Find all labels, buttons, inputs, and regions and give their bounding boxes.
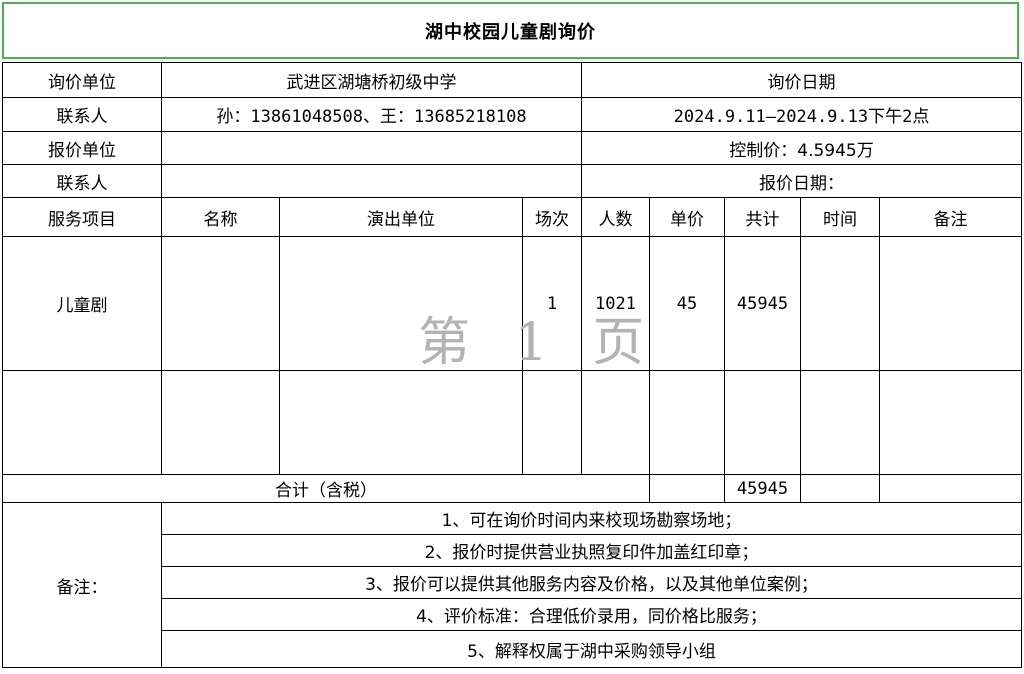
total-time-cell[interactable] <box>800 474 880 503</box>
inquiry-table: 询价单位 武进区湖塘桥初级中学 询价日期 联系人 孙：13861048508、王… <box>2 62 1023 668</box>
table-row <box>2 370 1023 475</box>
unit-price-cell[interactable]: 45 <box>649 236 725 371</box>
column-header: 演出单位 <box>279 197 523 237</box>
remark-cell[interactable] <box>878 370 1023 475</box>
note-item: 2、报价时提供营业执照复印件加盖红印章； <box>160 534 1023 567</box>
remark-cell[interactable] <box>878 236 1023 371</box>
total-cell[interactable]: 45945 <box>724 236 801 371</box>
performer-cell[interactable] <box>279 370 523 475</box>
quote-unit-value[interactable] <box>161 131 582 165</box>
column-header: 服务项目 <box>2 197 162 237</box>
grand-total-cell[interactable]: 45945 <box>724 474 801 503</box>
table-row: 联系人 孙：13861048508、王：13685218108 2024.9.1… <box>2 97 1023 132</box>
service-cell[interactable] <box>2 370 162 475</box>
control-price[interactable]: 控制价：4.5945万 <box>580 131 1023 165</box>
inquiry-date-label: 询价日期 <box>580 62 1023 98</box>
note-item: 4、评价标准：合理低价录用，同价格比服务； <box>160 598 1023 631</box>
quote-unit-label: 报价单位 <box>2 131 162 165</box>
table-row: 报价单位 控制价：4.5945万 <box>2 131 1023 165</box>
inquiry-unit-label: 询价单位 <box>2 62 162 98</box>
inquiry-date-value[interactable]: 2024.9.11—2024.9.13下午2点 <box>580 97 1023 132</box>
name-cell[interactable] <box>161 236 280 371</box>
contact-value[interactable]: 孙：13861048508、王：13685218108 <box>161 97 582 132</box>
column-header-row: 服务项目 名称 演出单位 场次 人数 单价 共计 时间 备注 <box>2 197 1023 237</box>
total-cell[interactable] <box>724 370 801 475</box>
total-unit-price-cell[interactable] <box>649 474 725 503</box>
contact2-value[interactable] <box>161 164 582 198</box>
notes-label: 备注： <box>2 502 162 668</box>
people-cell[interactable] <box>581 370 650 475</box>
people-cell[interactable]: 1021 <box>581 236 650 371</box>
column-header: 备注 <box>878 197 1023 237</box>
table-row: 儿童剧 1 1021 45 45945 <box>2 236 1023 371</box>
column-header: 场次 <box>522 197 582 237</box>
quote-date[interactable]: 报价日期： <box>580 164 1023 198</box>
column-header: 共计 <box>724 197 801 237</box>
unit-price-cell[interactable] <box>649 370 725 475</box>
column-header: 人数 <box>581 197 650 237</box>
time-cell[interactable] <box>800 236 880 371</box>
page-title: 湖中校园儿童剧询价 <box>425 21 596 43</box>
sessions-cell[interactable] <box>522 370 582 475</box>
name-cell[interactable] <box>161 370 280 475</box>
table-row: 联系人 报价日期： <box>2 164 1023 198</box>
contact-label: 联系人 <box>2 97 162 132</box>
total-label: 合计（含税） <box>2 474 650 503</box>
contact2-label: 联系人 <box>2 164 162 198</box>
table-row: 询价单位 武进区湖塘桥初级中学 询价日期 <box>2 62 1023 98</box>
total-remark-cell[interactable] <box>878 474 1023 503</box>
note-item: 3、报价可以提供其他服务内容及价格，以及其他单位案例； <box>160 566 1023 599</box>
inquiry-sheet: 湖中校园儿童剧询价 询价单位 武进区湖塘桥初级中学 询价日期 联系人 孙：138… <box>0 0 1024 674</box>
note-item: 5、解释权属于湖中采购领导小组 <box>160 630 1023 668</box>
inquiry-unit-value[interactable]: 武进区湖塘桥初级中学 <box>161 62 582 98</box>
column-header: 名称 <box>161 197 280 237</box>
column-header: 单价 <box>649 197 725 237</box>
note-row: 备注： 1、可在询价时间内来校现场勘察场地； <box>2 502 1023 668</box>
performer-cell[interactable] <box>279 236 523 371</box>
title-cell[interactable]: 湖中校园儿童剧询价 <box>2 2 1019 59</box>
time-cell[interactable] <box>800 370 880 475</box>
service-cell[interactable]: 儿童剧 <box>2 236 162 371</box>
column-header: 时间 <box>800 197 880 237</box>
note-item: 1、可在询价时间内来校现场勘察场地； <box>160 502 1023 535</box>
total-row: 合计（含税） 45945 <box>2 474 1023 503</box>
sessions-cell[interactable]: 1 <box>522 236 582 371</box>
